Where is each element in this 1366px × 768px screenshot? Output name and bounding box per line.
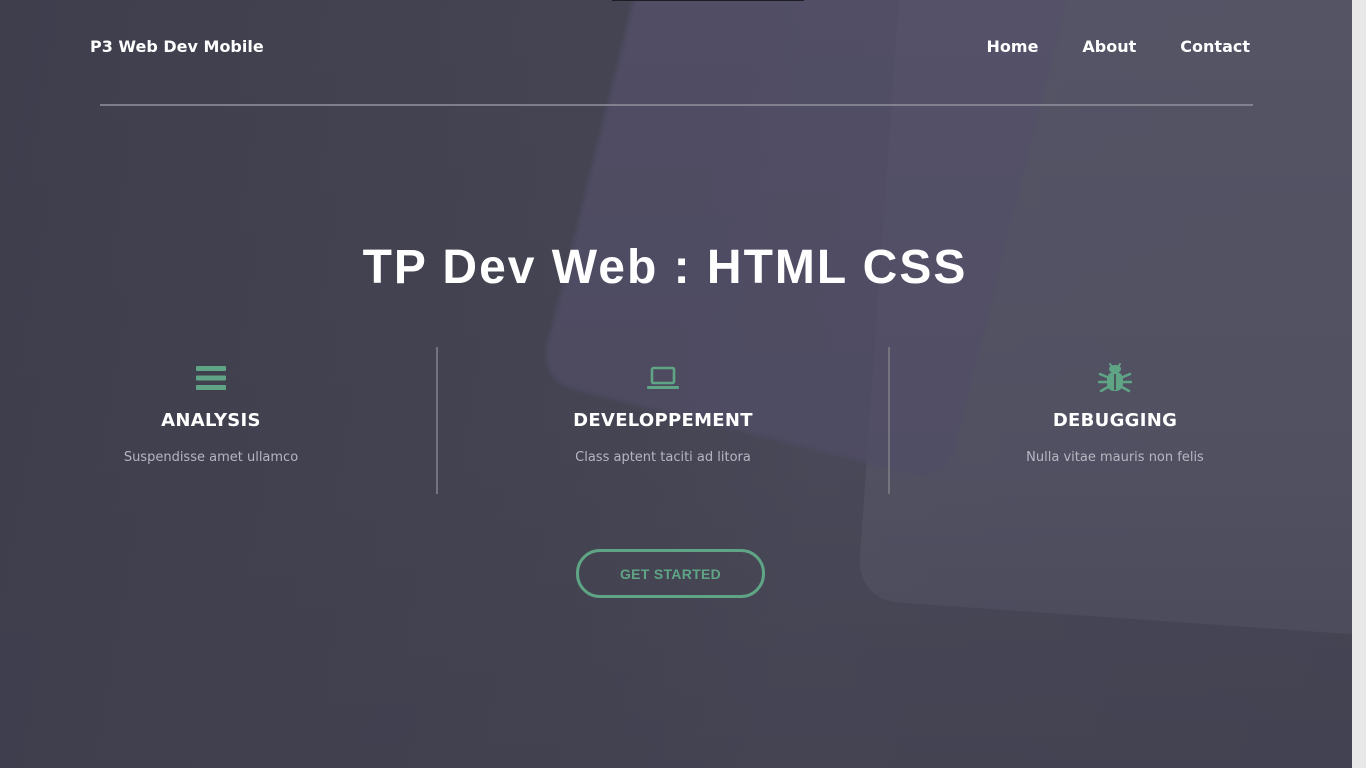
scrollbar[interactable] <box>1352 0 1366 768</box>
laptop-icon <box>646 361 680 395</box>
feature-developpement: DEVELOPPEMENT Class aptent taciti ad lit… <box>437 347 889 495</box>
site-header: P3 Web Dev Mobile Home About Contact <box>0 0 1352 100</box>
feature-description: Class aptent taciti ad litora <box>575 450 751 465</box>
nav-home-link[interactable]: Home <box>987 37 1039 56</box>
features-section: ANALYSIS Suspendisse amet ullamco DEVELO… <box>0 347 1340 495</box>
nav-contact-link[interactable]: Contact <box>1180 37 1250 56</box>
feature-title: DEBUGGING <box>1052 410 1178 431</box>
main-nav: Home About Contact <box>987 37 1250 56</box>
feature-title: ANALYSIS <box>161 410 261 431</box>
get-started-button[interactable]: GET STARTED <box>576 549 765 598</box>
feature-description: Suspendisse amet ullamco <box>123 450 299 465</box>
feature-analysis: ANALYSIS Suspendisse amet ullamco <box>0 347 437 495</box>
header-divider <box>100 104 1253 106</box>
feature-debugging: DEBUGGING Nulla vitae mauris non felis <box>889 347 1341 495</box>
feature-title: DEVELOPPEMENT <box>573 410 753 431</box>
scrollbar-thumb[interactable] <box>1354 0 1364 768</box>
page: P3 Web Dev Mobile Home About Contact TP … <box>0 0 1366 768</box>
hero-title: TP Dev Web : HTML CSS <box>362 241 968 294</box>
bug-icon <box>1097 361 1133 395</box>
feature-description: Nulla vitae mauris non felis <box>1026 450 1204 465</box>
bars-icon <box>194 361 228 395</box>
nav-about-link[interactable]: About <box>1082 37 1136 56</box>
brand-logo-link[interactable]: P3 Web Dev Mobile <box>90 37 264 56</box>
